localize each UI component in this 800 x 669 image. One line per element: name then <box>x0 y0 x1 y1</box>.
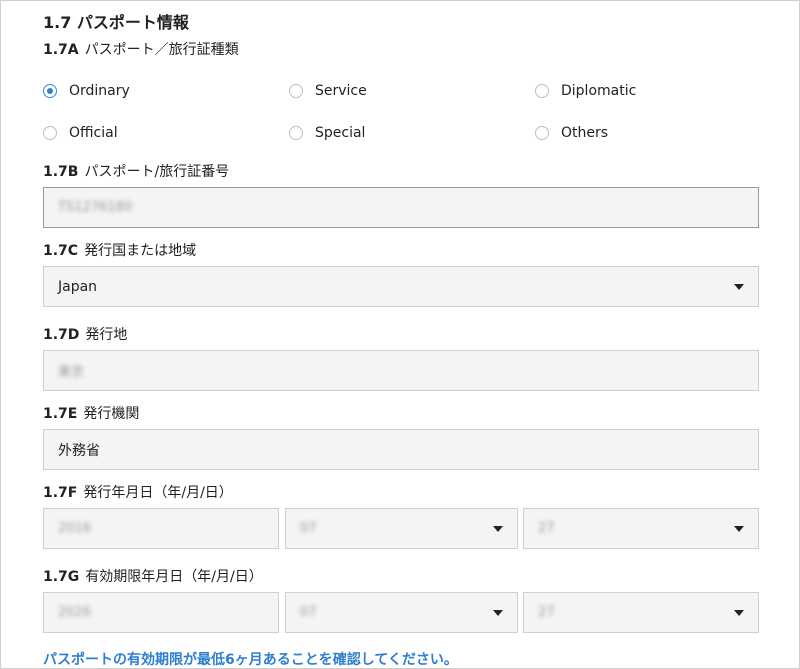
issuing-country-label: 1.7C 発行国または地域 <box>43 240 196 260</box>
issue-date-label: 1.7F 発行年月日（年/月/日） <box>43 482 233 502</box>
question-code: 1.7G <box>43 569 80 585</box>
radio-unchecked-icon[interactable] <box>43 126 57 140</box>
question-text: 発行機関 <box>83 406 140 422</box>
issuing-country-select[interactable]: Japan <box>43 266 759 307</box>
expiry-day-value: 27 <box>538 605 555 620</box>
passport-number-value: TS1276180 <box>58 200 133 215</box>
chevron-down-icon <box>493 609 503 616</box>
chevron-down-icon <box>734 283 744 290</box>
chevron-down-icon <box>493 525 503 532</box>
passport-number-input[interactable]: TS1276180 <box>43 187 759 228</box>
passport-type-label: 1.7A パスポート／旅行証種類 <box>43 39 239 59</box>
expiry-year-value: 2026 <box>58 605 92 620</box>
radio-special[interactable]: Special <box>289 125 365 141</box>
chevron-down-icon <box>734 609 744 616</box>
section-title: 1.7 パスポート情報 <box>43 13 189 32</box>
radio-label: Special <box>315 125 366 141</box>
issue-day-value: 27 <box>538 521 555 536</box>
question-code: 1.7E <box>43 406 78 422</box>
question-text: 有効期限年月日（年/月/日） <box>85 569 263 585</box>
form-panel: 1.7 パスポート情報 1.7A パスポート／旅行証種類 Ordinary Ser… <box>0 0 800 669</box>
radio-label: Official <box>69 125 118 141</box>
expiry-date-label: 1.7G 有効期限年月日（年/月/日） <box>43 566 263 586</box>
issuing-country-value: Japan <box>58 278 98 295</box>
expiry-year-input[interactable]: 2026 <box>43 592 279 633</box>
issue-month-select[interactable]: 07 <box>285 508 518 549</box>
radio-unchecked-icon[interactable] <box>289 126 303 140</box>
radio-label: Diplomatic <box>561 83 637 99</box>
radio-label: Ordinary <box>69 83 130 99</box>
issuing-authority-value: 外務省 <box>58 442 100 459</box>
issue-place-input[interactable]: 東京 <box>43 350 759 391</box>
radio-checked-icon[interactable] <box>43 84 57 98</box>
radio-diplomatic[interactable]: Diplomatic <box>535 83 636 99</box>
question-text: 発行地 <box>85 327 128 343</box>
issuing-authority-input[interactable]: 外務省 <box>43 429 759 470</box>
radio-official[interactable]: Official <box>43 125 118 141</box>
question-code: 1.7A <box>43 42 79 58</box>
issuing-authority-label: 1.7E 発行機関 <box>43 403 139 423</box>
issue-place-label: 1.7D 発行地 <box>43 324 127 344</box>
question-text: 発行年月日（年/月/日） <box>83 485 233 501</box>
radio-unchecked-icon[interactable] <box>535 126 549 140</box>
issue-year-value: 2016 <box>58 521 92 536</box>
radio-unchecked-icon[interactable] <box>535 84 549 98</box>
expiry-month-select[interactable]: 07 <box>285 592 518 633</box>
radio-label: Others <box>561 125 609 141</box>
issue-place-value: 東京 <box>58 365 85 380</box>
question-text: パスポート/旅行証番号 <box>84 164 230 180</box>
passport-number-label: 1.7B パスポート/旅行証番号 <box>43 161 229 181</box>
question-code: 1.7B <box>43 164 79 180</box>
radio-unchecked-icon[interactable] <box>289 84 303 98</box>
radio-ordinary[interactable]: Ordinary <box>43 83 130 99</box>
chevron-down-icon <box>734 525 744 532</box>
radio-label: Service <box>315 83 367 99</box>
issue-year-input[interactable]: 2016 <box>43 508 279 549</box>
question-code: 1.7F <box>43 485 78 501</box>
validity-note: パスポートの有効期限が最低6ヶ月あることを確認してください。 <box>43 652 458 668</box>
expiry-month-value: 07 <box>300 605 317 620</box>
radio-service[interactable]: Service <box>289 83 367 99</box>
question-text: パスポート／旅行証種類 <box>84 42 239 58</box>
issue-month-value: 07 <box>300 521 317 536</box>
question-code: 1.7D <box>43 327 80 343</box>
expiry-day-select[interactable]: 27 <box>523 592 759 633</box>
radio-others[interactable]: Others <box>535 125 608 141</box>
issue-day-select[interactable]: 27 <box>523 508 759 549</box>
question-text: 発行国または地域 <box>84 243 197 259</box>
question-code: 1.7C <box>43 243 79 259</box>
